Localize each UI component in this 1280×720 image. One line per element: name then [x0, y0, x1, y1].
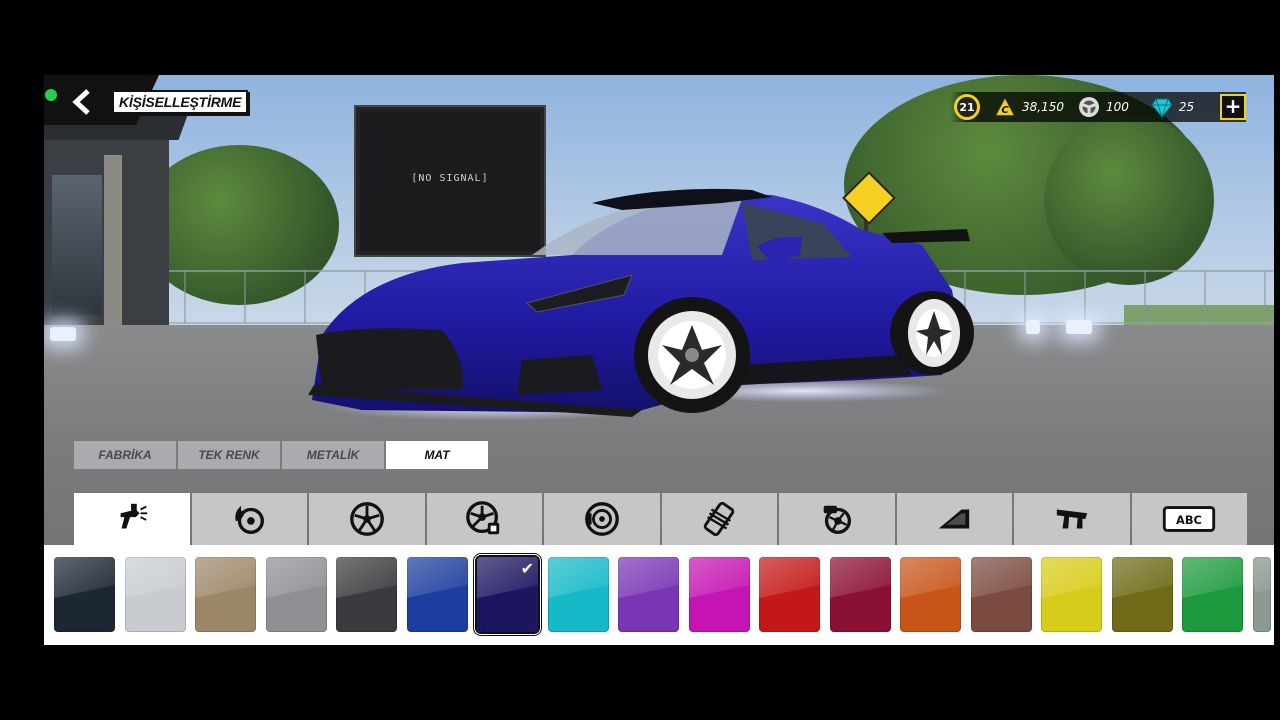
tab-solid-color[interactable]: TEK RENK — [178, 441, 280, 469]
color-swatch[interactable] — [829, 557, 891, 632]
color-swatch[interactable] — [618, 557, 679, 632]
chevron-left-icon — [72, 89, 90, 115]
car-grill — [316, 328, 463, 390]
page-title: KİŞİSELLEŞTİRME — [112, 90, 249, 114]
svg-text:C: C — [1001, 105, 1009, 116]
building-pillar — [104, 155, 122, 325]
floodlight-right-2 — [1026, 320, 1040, 334]
car-rear-wheel — [890, 291, 974, 375]
customization-categories: ABC — [74, 493, 1247, 545]
gems-value: 25 — [1178, 100, 1195, 114]
status-indicator — [45, 89, 57, 101]
category-paint[interactable] — [74, 493, 190, 545]
color-swatch[interactable] — [54, 557, 115, 632]
color-swatch[interactable] — [406, 557, 468, 632]
checkmark-icon: ✔ — [520, 559, 534, 578]
license-plate-icon: ABC — [1163, 506, 1216, 532]
flame-wheel-icon — [235, 505, 265, 534]
currency-bar: 21 C 38,150 100 25 + — [950, 92, 1246, 122]
paint-type-tabs: FABRİKA TEK RENK METALİK MAT — [74, 441, 488, 469]
car-lower-intake — [517, 355, 602, 395]
floodlight-left — [50, 327, 76, 341]
floodlight-right — [1066, 320, 1092, 334]
color-swatch[interactable] — [336, 557, 397, 632]
tab-matte[interactable]: MAT — [386, 441, 488, 469]
spray-gun-icon — [120, 503, 147, 529]
category-brakes[interactable] — [544, 493, 660, 545]
car-spoiler — [882, 229, 970, 243]
color-swatch[interactable] — [688, 557, 750, 632]
level-badge: 21 — [954, 94, 980, 120]
category-wheel-design[interactable] — [191, 493, 307, 545]
back-button[interactable] — [70, 89, 96, 115]
category-spoiler[interactable] — [1014, 493, 1130, 545]
tab-metallic[interactable]: METALİK — [282, 441, 384, 469]
car-model[interactable] — [302, 185, 982, 435]
color-swatch[interactable] — [195, 557, 256, 632]
plate-text: ABC — [1176, 513, 1202, 527]
brake-disc-icon — [584, 502, 619, 536]
category-window-tint[interactable] — [896, 493, 1012, 545]
color-swatch[interactable] — [1041, 557, 1102, 632]
diamond-icon — [1151, 98, 1173, 118]
color-swatch[interactable] — [970, 557, 1032, 632]
tab-factory[interactable]: FABRİKA — [74, 441, 176, 469]
window-tint-icon — [939, 509, 970, 529]
category-tires[interactable] — [661, 493, 777, 545]
spoiler-icon — [1056, 509, 1087, 529]
category-engine[interactable] — [779, 493, 895, 545]
color-palette: ✔ — [44, 545, 1274, 645]
tokens-display: 100 — [1078, 96, 1129, 118]
car-front-wheel — [634, 297, 750, 413]
coins-value: 38,150 — [1022, 100, 1064, 114]
add-currency-button[interactable]: + — [1220, 94, 1246, 120]
color-swatch[interactable] — [1182, 557, 1243, 632]
category-wheels[interactable] — [309, 493, 425, 545]
category-rim-paint[interactable] — [426, 493, 542, 545]
building — [44, 110, 190, 325]
building-window — [52, 175, 102, 315]
tree-right-2 — [1044, 115, 1214, 285]
color-swatch[interactable] — [759, 557, 820, 632]
color-swatch[interactable] — [265, 557, 327, 632]
color-swatch-partial[interactable] — [1252, 557, 1271, 632]
color-swatch[interactable]: ✔ — [475, 555, 540, 634]
color-swatch[interactable] — [124, 557, 186, 632]
coins-display: C 38,150 — [994, 96, 1064, 118]
tokens-value: 100 — [1106, 100, 1129, 114]
gems-display: 25 — [1151, 96, 1194, 118]
game-screen: [NO SIGNAL] KİŞİSELLEŞTİRME 21 C 38,150 … — [44, 75, 1274, 645]
wheel-icon — [349, 502, 384, 536]
billboard-text: [NO SIGNAL] — [411, 173, 489, 184]
category-license-plate[interactable]: ABC — [1131, 493, 1247, 545]
wheel-paint-icon — [466, 501, 500, 535]
color-swatch[interactable] — [1111, 557, 1173, 632]
engine-turbo-icon — [823, 505, 851, 534]
color-swatch[interactable] — [900, 557, 961, 632]
steering-wheel-icon — [1079, 97, 1099, 117]
coin-icon: C — [994, 96, 1016, 117]
tire-tread-icon — [704, 501, 735, 537]
color-swatch[interactable] — [547, 557, 609, 632]
swatch-list: ✔ — [54, 555, 1271, 634]
